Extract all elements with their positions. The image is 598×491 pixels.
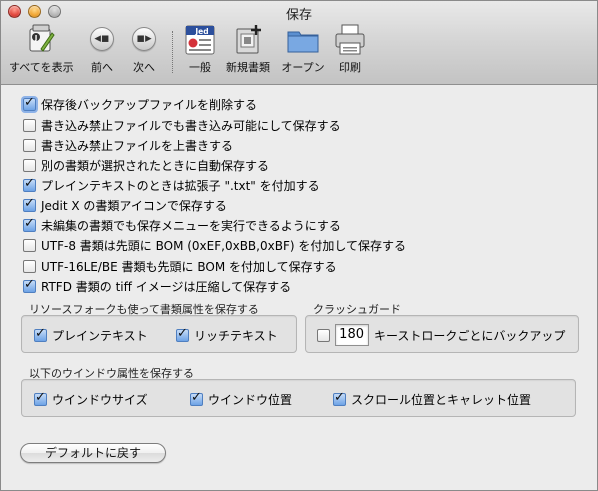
checkbox[interactable] [333, 390, 346, 406]
checkbox[interactable] [176, 326, 189, 342]
checkbox[interactable] [23, 95, 36, 111]
new-document-label: 新規書類 [226, 61, 270, 74]
checkbox[interactable] [34, 390, 47, 406]
print-button[interactable]: 印刷 [333, 23, 367, 75]
option-utf16-bom[interactable]: UTF-16LE/BE 書類も先頭に BOM を付加して保存する [23, 257, 337, 275]
open-label: オープン [281, 61, 325, 74]
checkbox[interactable] [23, 196, 36, 212]
general-label: 一般 [189, 61, 211, 74]
option-append-txt-extension[interactable]: プレインテキストのときは拡張子 ".txt" を付加する [23, 176, 320, 194]
checkbox[interactable] [190, 390, 203, 406]
keystroke-count-field[interactable]: 180 [335, 324, 369, 346]
checkbox[interactable] [23, 158, 36, 172]
back-icon: ◂▪ [85, 23, 119, 57]
open-button[interactable]: オープン [281, 23, 325, 75]
window-attr-position[interactable]: ウインドウ位置 [190, 390, 292, 408]
title-toolbar-area: 保存 J すべてを表示 ◂▪ 前へ ▪▸ 次へ Jed 一般 新規書類 オープン… [1, 1, 597, 85]
resource-fork-rich-text[interactable]: リッチテキスト [176, 326, 278, 344]
option-delete-backup[interactable]: 保存後バックアップファイルを削除する [23, 95, 257, 113]
option-save-unedited[interactable]: 未編集の書類でも保存メニューを実行できるようにする [23, 216, 341, 234]
toolbar-separator [172, 31, 173, 73]
forward-arrow-icon: ▪▸ [132, 27, 156, 51]
folder-icon [286, 23, 320, 57]
checkbox[interactable] [23, 138, 36, 152]
resource-fork-group: プレインテキスト リッチテキスト [21, 315, 297, 353]
crash-guard-checkbox[interactable] [317, 328, 330, 342]
show-all-icon: J [24, 23, 58, 57]
option-overwrite-write-protected[interactable]: 書き込み禁止ファイルを上書きする [23, 136, 233, 154]
crash-guard-row: 180 キーストロークごとにバックアップ [317, 324, 565, 346]
restore-defaults-button[interactable]: デフォルトに戻す [20, 443, 166, 463]
general-button[interactable]: Jed 一般 [183, 23, 217, 75]
option-rtfd-compress-tiff[interactable]: RTFD 書類の tiff イメージは圧縮して保存する [23, 277, 291, 295]
window-attributes-group: ウインドウサイズ ウインドウ位置 スクロール位置とキャレット位置 [21, 379, 576, 417]
checkbox[interactable] [23, 238, 36, 252]
new-document-button[interactable]: 新規書類 [223, 23, 273, 75]
show-all-label: すべてを表示 [9, 61, 74, 74]
svg-text:J: J [34, 34, 38, 42]
window-attr-size[interactable]: ウインドウサイズ [34, 390, 148, 408]
toolbar: J すべてを表示 ◂▪ 前へ ▪▸ 次へ Jed 一般 新規書類 オープン 印刷 [1, 23, 597, 81]
option-utf8-bom[interactable]: UTF-8 書類は先頭に BOM (0xEF,0xBB,0xBF) を付加して保… [23, 236, 406, 254]
resource-fork-plain-text[interactable]: プレインテキスト [34, 326, 148, 344]
print-label: 印刷 [339, 61, 361, 74]
option-jedit-document-icon[interactable]: Jedit X の書類アイコンで保存する [23, 196, 227, 214]
window-title: 保存 [285, 8, 312, 23]
preferences-window: 保存 J すべてを表示 ◂▪ 前へ ▪▸ 次へ Jed 一般 新規書類 オープン… [0, 0, 598, 491]
forward-icon: ▪▸ [127, 23, 161, 57]
checkbox[interactable] [23, 277, 36, 293]
crash-guard-group: 180 キーストロークごとにバックアップ [305, 315, 579, 353]
crash-guard-label: キーストロークごとにバックアップ [374, 328, 566, 343]
back-button[interactable]: ◂▪ 前へ [85, 23, 119, 75]
checkbox[interactable] [23, 176, 36, 192]
back-label: 前へ [91, 61, 113, 74]
new-document-icon [231, 23, 265, 57]
printer-icon [333, 23, 367, 57]
forward-button[interactable]: ▪▸ 次へ [127, 23, 161, 75]
svg-text:Jed: Jed [194, 27, 208, 36]
checkbox[interactable] [23, 216, 36, 232]
show-all-button[interactable]: J すべてを表示 [9, 23, 74, 75]
checkbox[interactable] [23, 259, 36, 273]
window-attr-scroll[interactable]: スクロール位置とキャレット位置 [333, 390, 531, 408]
jedit-app-icon: Jed [183, 23, 217, 57]
option-autosave-on-switch[interactable]: 別の書類が選択されたときに自動保存する [23, 156, 269, 174]
forward-label: 次へ [133, 61, 155, 74]
back-arrow-icon: ◂▪ [90, 27, 114, 51]
checkbox[interactable] [23, 118, 36, 132]
option-write-protected-writable[interactable]: 書き込み禁止ファイルでも書き込み可能にして保存する [23, 116, 341, 134]
checkbox[interactable] [34, 326, 47, 342]
